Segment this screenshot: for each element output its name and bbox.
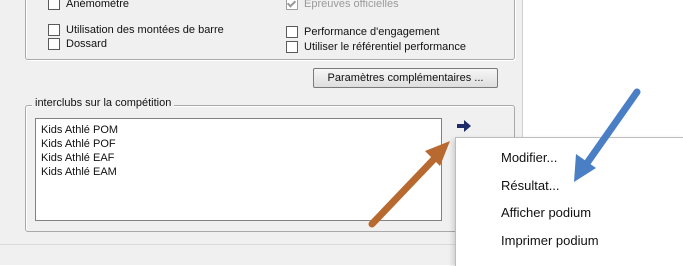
annotation-overlay (368, 88, 641, 228)
blue-annotation-arrow-icon (574, 88, 641, 182)
brown-annotation-arrow-icon (368, 141, 450, 228)
